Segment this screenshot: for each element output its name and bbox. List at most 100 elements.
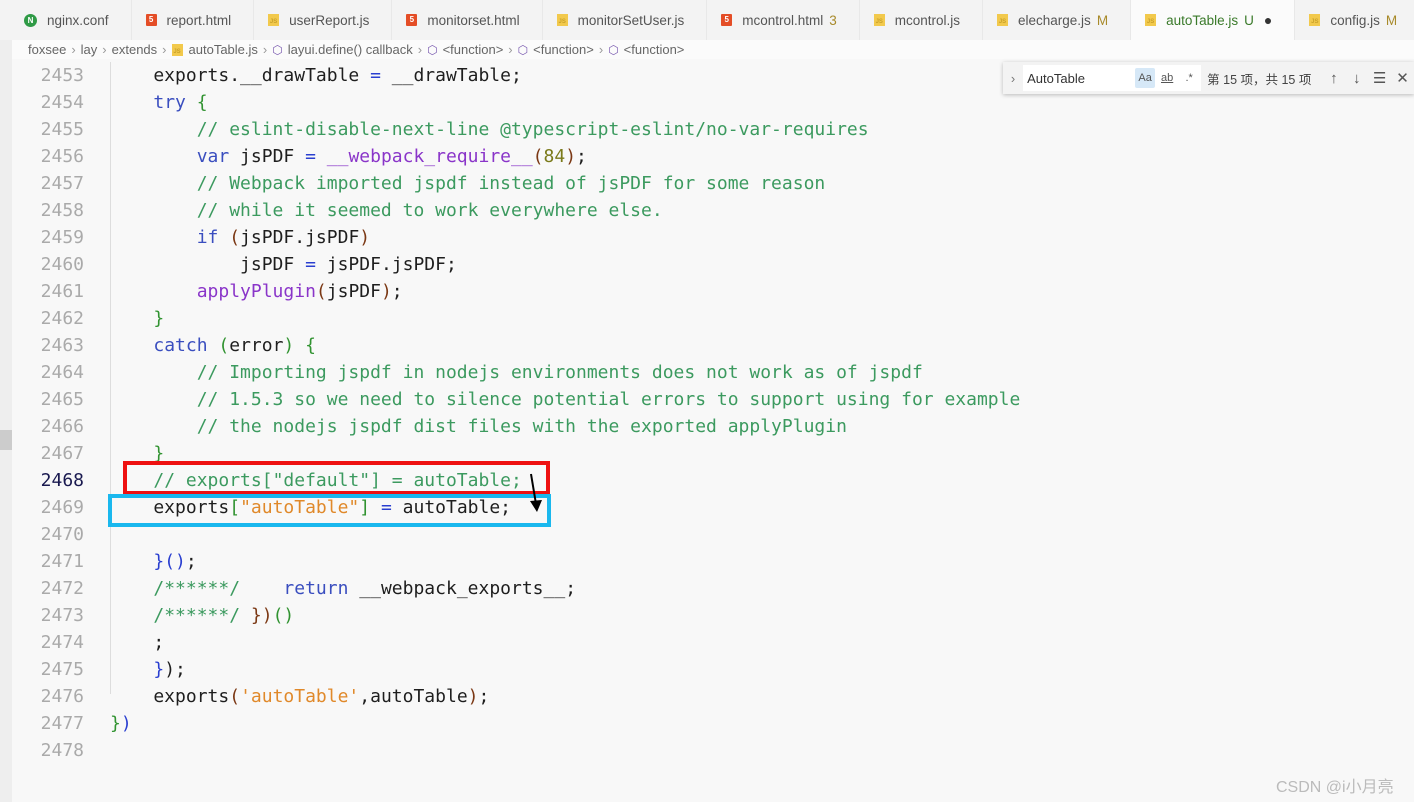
close-find-button[interactable]: ✕ xyxy=(1391,69,1414,87)
code-line[interactable]: 2472 /******/ return __webpack_exports__… xyxy=(0,575,1000,602)
regex-toggle[interactable]: .* xyxy=(1179,68,1199,88)
line-number: 2460 xyxy=(40,254,84,275)
code-line[interactable]: 2464 // Importing jspdf in nodejs enviro… xyxy=(0,359,1000,386)
token-txt: ; xyxy=(576,146,587,167)
code-line[interactable]: 2455 // eslint-disable-next-line @typesc… xyxy=(0,116,1000,143)
toggle-replace-chevron-icon[interactable]: › xyxy=(1003,71,1023,86)
code-line[interactable]: 2460 jsPDF = jsPDF.jsPDF; xyxy=(0,251,1000,278)
code-line[interactable]: 2465 // 1.5.3 so we need to silence pote… xyxy=(0,386,1021,413)
find-input[interactable]: AutoTable xyxy=(1023,65,1136,91)
tab-mcontrol-html[interactable]: 5 mcontrol.html 3 xyxy=(707,0,860,40)
line-number: 2470 xyxy=(40,524,84,545)
code-line[interactable]: 2474 ; xyxy=(0,629,1000,656)
tab-userreport-js[interactable]: JS userReport.js xyxy=(254,0,393,40)
breadcrumb-item[interactable]: layui.define() callback xyxy=(288,42,413,57)
code-text: applyPlugin(jsPDF); xyxy=(110,278,403,305)
tab-status-badge: U xyxy=(1244,12,1254,28)
symbol-method-icon: ⬡ xyxy=(427,42,438,57)
tab-monitorset-html[interactable]: 5 monitorset.html xyxy=(392,0,543,40)
find-in-selection-button[interactable]: ☰ xyxy=(1368,69,1391,87)
tab-report-html[interactable]: 5 report.html xyxy=(132,0,255,40)
token-txt: error xyxy=(229,335,284,356)
code-line[interactable]: 2462 } xyxy=(0,305,1000,332)
tab-monitorsetuser-js[interactable]: JS monitorSetUser.js xyxy=(543,0,708,40)
code-line[interactable]: 2475 }); xyxy=(0,656,1000,683)
code-line[interactable]: 2453 exports.__drawTable = __drawTable; xyxy=(0,62,1000,89)
code-line[interactable]: 2461 applyPlugin(jsPDF); xyxy=(0,278,1000,305)
code-line[interactable]: 2463 catch (error) { xyxy=(0,332,1000,359)
line-number: 2467 xyxy=(40,443,84,464)
tab-config-js[interactable]: JS config.js M xyxy=(1295,0,1414,40)
line-number: 2475 xyxy=(40,659,84,680)
line-number: 2465 xyxy=(40,389,84,410)
code-line[interactable]: 2471 }(); xyxy=(0,548,1000,575)
token-b1: }() xyxy=(153,551,186,572)
breadcrumb-item[interactable]: extends xyxy=(112,42,158,57)
code-text: ; xyxy=(110,629,164,656)
code-line[interactable]: 2458 // while it seemed to work everywhe… xyxy=(0,197,1000,224)
breadcrumb-item[interactable]: <function> xyxy=(533,42,594,57)
token-txt: __drawTable; xyxy=(380,65,522,86)
code-line[interactable]: 2478 xyxy=(0,737,1000,764)
tab-status-badge: M xyxy=(1096,12,1109,28)
line-number: 2454 xyxy=(40,92,84,113)
code-line[interactable]: 2473 /******/ })() xyxy=(0,602,1000,629)
code-text: if (jsPDF.jsPDF) xyxy=(110,224,370,251)
code-line[interactable]: 2477}) xyxy=(0,710,1000,737)
previous-match-button[interactable]: ↑ xyxy=(1322,70,1345,87)
token-cm: // the nodejs jspdf dist files with the … xyxy=(196,416,847,437)
breadcrumb-item[interactable]: <function> xyxy=(624,42,685,57)
token-b3: ) xyxy=(565,146,577,167)
tab-label: userReport.js xyxy=(289,12,370,28)
token-cm: /******/ xyxy=(153,578,241,599)
code-text: /******/ })() xyxy=(110,602,294,629)
tab-mcontrol-js[interactable]: JS mcontrol.js xyxy=(860,0,984,40)
code-line[interactable]: 2459 if (jsPDF.jsPDF) xyxy=(0,224,1000,251)
breadcrumb-item[interactable]: lay xyxy=(81,42,98,57)
token-b3: }) xyxy=(250,605,273,626)
next-match-button[interactable]: ↓ xyxy=(1345,70,1368,87)
token-b2: { xyxy=(196,92,208,113)
breadcrumb-item[interactable]: foxsee xyxy=(28,42,66,57)
token-b3: ( xyxy=(229,686,241,707)
match-count: 第 15 项，共 15 项 xyxy=(1207,72,1312,87)
code-text: // Webpack imported jspdf instead of jsP… xyxy=(110,170,826,197)
code-text: } xyxy=(110,305,164,332)
match-case-toggle[interactable]: Aa xyxy=(1135,68,1156,88)
breadcrumb-item[interactable]: <function> xyxy=(443,42,504,57)
chevron-right-icon: › xyxy=(508,42,513,57)
token-txt: ; xyxy=(185,551,197,572)
line-number: 2469 xyxy=(40,497,84,518)
tab-elecharge-js[interactable]: JS elecharge.js M xyxy=(983,0,1132,40)
nginx-icon: N xyxy=(24,13,37,27)
code-line[interactable]: 2466 // the nodejs jspdf dist files with… xyxy=(0,413,1000,440)
watermark: CSDN @i小月亮 xyxy=(1276,779,1394,796)
symbol-method-icon: ⬡ xyxy=(272,42,283,57)
token-cm: // while it seemed to work everywhere el… xyxy=(196,200,663,221)
breadcrumb-item[interactable]: autoTable.js xyxy=(189,42,258,57)
breadcrumb: foxsee › lay › extends › JS autoTable.js › ⬡ layui… xyxy=(0,40,1414,59)
code-line[interactable]: 2476 exports('autoTable',autoTable); xyxy=(0,683,1000,710)
js-icon: JS xyxy=(268,14,280,26)
tab-nginx-conf[interactable]: Nnginx.conf xyxy=(10,0,132,40)
unsaved-dot-icon[interactable]: ● xyxy=(1264,12,1272,28)
js-icon: JS xyxy=(1145,14,1157,26)
tab-autotable-js[interactable]: JS autoTable.js U ● xyxy=(1131,0,1296,40)
token-b3: ) xyxy=(467,686,479,707)
code-line[interactable]: 2457 // Webpack imported jspdf instead o… xyxy=(0,170,1000,197)
whole-word-toggle[interactable]: ab xyxy=(1157,68,1177,88)
line-number: 2453 xyxy=(40,65,84,86)
code-line[interactable]: 2454 try { xyxy=(0,89,1000,116)
blue-highlight-box xyxy=(108,494,551,527)
code-line[interactable]: 2456 var jsPDF = __webpack_require__(84)… xyxy=(0,143,1000,170)
